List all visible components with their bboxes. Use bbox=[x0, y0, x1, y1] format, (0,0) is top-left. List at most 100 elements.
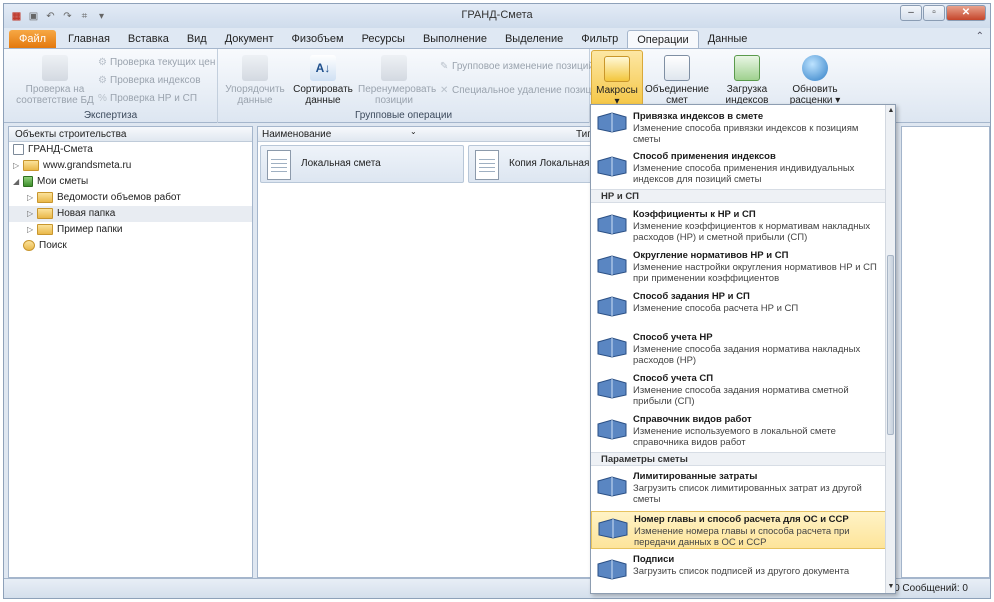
load-indexes-button[interactable]: Загрузка индексов bbox=[716, 55, 778, 106]
maximize-button[interactable]: ▫ bbox=[923, 5, 945, 21]
tab-execution[interactable]: Выполнение bbox=[414, 30, 496, 48]
tab-document[interactable]: Документ bbox=[216, 30, 283, 48]
details-panel bbox=[901, 126, 990, 578]
group-label: Экспертиза bbox=[83, 110, 138, 121]
tree-header: Объекты строительства bbox=[9, 127, 252, 142]
tab-selection[interactable]: Выделение bbox=[496, 30, 572, 48]
indexes-chart-icon bbox=[734, 55, 760, 81]
macros-button[interactable]: Макросы ▾ bbox=[591, 50, 643, 107]
check-db-button[interactable]: Проверка на соответствие БД bbox=[14, 55, 96, 106]
update-prices-button[interactable]: Обновить расценки ▾ bbox=[784, 55, 846, 106]
customize-icon[interactable]: ▾ bbox=[95, 10, 108, 23]
tab-file[interactable]: Файл bbox=[9, 30, 57, 48]
tab-resources[interactable]: Ресурсы bbox=[353, 30, 414, 48]
renumber-icon bbox=[381, 55, 407, 81]
binoculars-icon[interactable]: ⌗ bbox=[78, 10, 91, 23]
book-icon bbox=[597, 517, 629, 539]
tab-data[interactable]: Данные bbox=[699, 30, 757, 48]
ribbon-collapse-icon[interactable]: ⌃ bbox=[976, 31, 984, 42]
folder-icon bbox=[37, 207, 53, 219]
macro-item-index-method[interactable]: Способ применения индексов Изменение спо… bbox=[591, 151, 887, 187]
macro-item-hr-coefficients[interactable]: Коэффициенты к НР и СП Изменение коэффиц… bbox=[591, 209, 887, 245]
merge-button[interactable]: Объединение смет bbox=[645, 55, 709, 106]
macro-item-hr-accounting[interactable]: Способ учета НР Изменение способа задани… bbox=[591, 332, 887, 368]
globe-icon bbox=[802, 55, 828, 81]
group-operations: Упорядочить данные A↓ Сортировать данные… bbox=[218, 49, 602, 123]
sort-az-icon: A↓ bbox=[310, 55, 336, 81]
macro-item-hr-method[interactable]: Способ задания НР и СП Изменение способа… bbox=[591, 291, 887, 327]
check-hr-button[interactable]: % Проверка НР и СП bbox=[98, 93, 197, 104]
merge-icon bbox=[664, 55, 690, 81]
book-icon bbox=[596, 213, 628, 235]
macro-item-sp-accounting[interactable]: Способ учета СП Изменение способа задани… bbox=[591, 373, 887, 409]
quick-access-toolbar: ▦ ▣ ↶ ↷ ⌗ ▾ bbox=[4, 4, 108, 28]
expand-icon[interactable]: ▷ bbox=[27, 190, 37, 206]
group-expertise: Проверка на соответствие БД ⚙ Проверка те… bbox=[4, 49, 218, 123]
group-change-icon: ✎ bbox=[440, 61, 449, 72]
section-hr-sp: НР и СП bbox=[591, 189, 887, 203]
document-card-copy[interactable]: Копия Локальная сме bbox=[468, 145, 600, 183]
collapse-icon[interactable]: ◢ bbox=[13, 174, 23, 190]
sort-data-button[interactable]: A↓ Сортировать данные bbox=[292, 55, 354, 106]
book-icon bbox=[596, 254, 628, 276]
order-data-button[interactable]: Упорядочить данные bbox=[224, 55, 286, 106]
book-icon bbox=[596, 558, 628, 580]
close-button[interactable]: ✕ bbox=[946, 5, 986, 21]
macro-item-work-types[interactable]: Справочник видов работ Изменение использ… bbox=[591, 414, 887, 450]
column-name[interactable]: Наименование bbox=[262, 129, 331, 140]
macro-item-signatures[interactable]: Подписи Загрузить список подписей из дру… bbox=[591, 554, 887, 586]
macros-icon bbox=[604, 56, 630, 82]
tab-insert[interactable]: Вставка bbox=[119, 30, 178, 48]
sort-indicator-icon: ⌄ bbox=[410, 127, 417, 136]
spreadsheet-icon bbox=[475, 150, 499, 180]
check-indexes-icon: ⚙ bbox=[98, 75, 107, 86]
scroll-down-icon[interactable]: ▼ bbox=[886, 581, 895, 593]
macro-item-chapter-number[interactable]: Номер главы и способ расчета для ОС и СС… bbox=[591, 511, 887, 549]
redo-icon[interactable]: ↷ bbox=[61, 10, 74, 23]
dropdown-scrollbar[interactable]: ▲ ▼ bbox=[885, 105, 895, 593]
macro-item-limited-costs[interactable]: Лимитированные затраты Загрузить список … bbox=[591, 471, 887, 505]
tab-volume[interactable]: Физобъем bbox=[283, 30, 353, 48]
documents-panel: Наименование ⌄ Тип Локальная смета Копия… bbox=[257, 126, 600, 578]
ribbon-tabs: Файл Главная Вставка Вид Документ Физобъ… bbox=[4, 28, 990, 48]
tree-node-my-estimates[interactable]: ◢ Мои сметы bbox=[9, 174, 252, 190]
tab-operations[interactable]: Операции bbox=[627, 30, 699, 48]
title-bar: ▦ ▣ ↶ ↷ ⌗ ▾ ГРАНД-Смета – ▫ ✕ bbox=[4, 4, 990, 28]
order-icon bbox=[242, 55, 268, 81]
tab-view[interactable]: Вид bbox=[178, 30, 216, 48]
book-icon bbox=[596, 336, 628, 358]
tree-node-new-folder[interactable]: ▷ Новая папка bbox=[9, 206, 252, 222]
document-card-local-estimate[interactable]: Локальная смета bbox=[260, 145, 464, 183]
messages-count[interactable]: 0 Сообщений: 0 bbox=[894, 583, 968, 594]
check-prices-button[interactable]: ⚙ Проверка текущих цен bbox=[98, 57, 215, 68]
tab-filter[interactable]: Фильтр bbox=[572, 30, 627, 48]
scroll-thumb[interactable] bbox=[887, 255, 894, 435]
app-icon[interactable]: ▦ bbox=[10, 10, 23, 23]
tree-node-grand-smeta[interactable]: ГРАНД-Смета bbox=[9, 142, 252, 158]
save-icon[interactable]: ▣ bbox=[27, 10, 40, 23]
group-change-button[interactable]: ✎ Групповое изменение позиций bbox=[440, 61, 594, 72]
book-icon bbox=[596, 295, 628, 317]
renumber-button[interactable]: Перенумеровать позиции bbox=[358, 55, 436, 106]
expand-icon[interactable]: ▷ bbox=[27, 222, 37, 238]
tree-node-search[interactable]: Поиск bbox=[9, 238, 252, 254]
check-indexes-button[interactable]: ⚙ Проверка индексов bbox=[98, 75, 201, 86]
macro-item-hr-rounding[interactable]: Округление нормативов НР и СП Изменение … bbox=[591, 250, 887, 286]
tree-node-website[interactable]: ▷ www.grandsmeta.ru bbox=[9, 158, 252, 174]
tree-node-sample-folder[interactable]: ▷ Пример папки bbox=[9, 222, 252, 238]
delete-icon: ✕ bbox=[440, 85, 449, 96]
minimize-button[interactable]: – bbox=[900, 5, 922, 21]
expand-icon[interactable]: ▷ bbox=[13, 158, 23, 174]
tree-node-volumes[interactable]: ▷ Ведомости объемов работ bbox=[9, 190, 252, 206]
folder-icon bbox=[23, 159, 39, 171]
expand-icon[interactable]: ▷ bbox=[27, 206, 37, 222]
undo-icon[interactable]: ↶ bbox=[44, 10, 57, 23]
check-db-icon bbox=[42, 55, 68, 81]
book-icon bbox=[596, 155, 628, 177]
book-icon bbox=[596, 111, 628, 133]
macro-item-index-binding[interactable]: Привязка индексов в смете Изменение спос… bbox=[591, 111, 887, 145]
special-delete-button[interactable]: ✕ Специальное удаление позиций bbox=[440, 85, 602, 96]
tab-home[interactable]: Главная bbox=[59, 30, 119, 48]
scroll-up-icon[interactable]: ▲ bbox=[886, 105, 895, 117]
search-folder-icon bbox=[23, 239, 35, 251]
